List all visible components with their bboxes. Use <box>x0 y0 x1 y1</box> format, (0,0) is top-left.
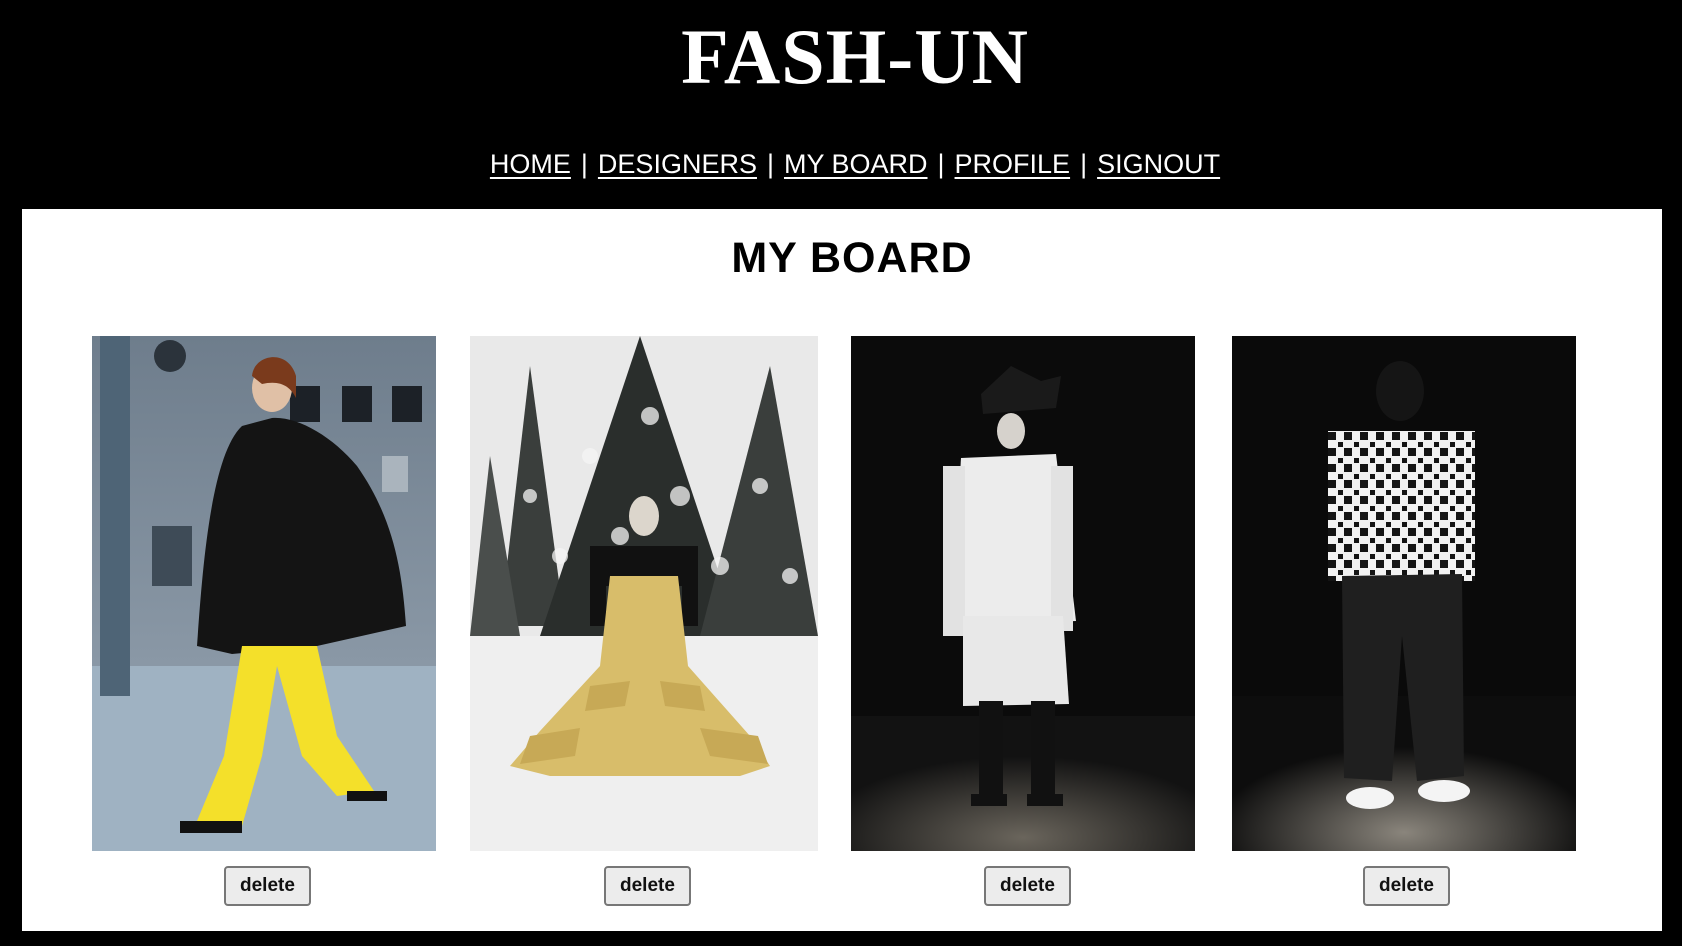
nav-separator: | <box>937 149 945 179</box>
look-photo[interactable] <box>92 336 436 851</box>
look-photo[interactable] <box>1232 336 1576 851</box>
look-image <box>92 336 436 851</box>
nav-my-board-link[interactable]: MY BOARD <box>784 149 928 179</box>
board-card: delete <box>1232 336 1576 906</box>
nav-separator: | <box>1080 149 1088 179</box>
delete-button[interactable]: delete <box>604 866 691 906</box>
look-image <box>851 336 1195 851</box>
site-logo[interactable]: FASH-UN <box>0 12 1682 102</box>
board-card: delete <box>92 336 436 906</box>
delete-button[interactable]: delete <box>1363 866 1450 906</box>
nav-home-link[interactable]: HOME <box>490 149 571 179</box>
board-panel: MY BOARD delete delete delete delete <box>22 209 1662 931</box>
app-page: FASH-UN HOME | DESIGNERS | MY BOARD | PROFILE |… <box>0 0 1682 946</box>
nav-separator: | <box>766 149 774 179</box>
nav-separator: | <box>580 149 588 179</box>
look-photo[interactable] <box>851 336 1195 851</box>
nav-designers-link[interactable]: DESIGNERS <box>598 149 757 179</box>
main-nav: HOME | DESIGNERS | MY BOARD | PROFILE | SIGNOUT <box>0 146 1682 182</box>
page-title: MY BOARD <box>731 234 973 282</box>
board-card: delete <box>851 336 1195 906</box>
delete-button[interactable]: delete <box>984 866 1071 906</box>
board-card: delete <box>470 336 818 906</box>
look-image <box>470 336 818 851</box>
nav-profile-link[interactable]: PROFILE <box>955 149 1071 179</box>
delete-button[interactable]: delete <box>224 866 311 906</box>
look-image <box>1232 336 1576 851</box>
look-photo[interactable] <box>470 336 818 851</box>
nav-signout-link[interactable]: SIGNOUT <box>1097 149 1220 179</box>
